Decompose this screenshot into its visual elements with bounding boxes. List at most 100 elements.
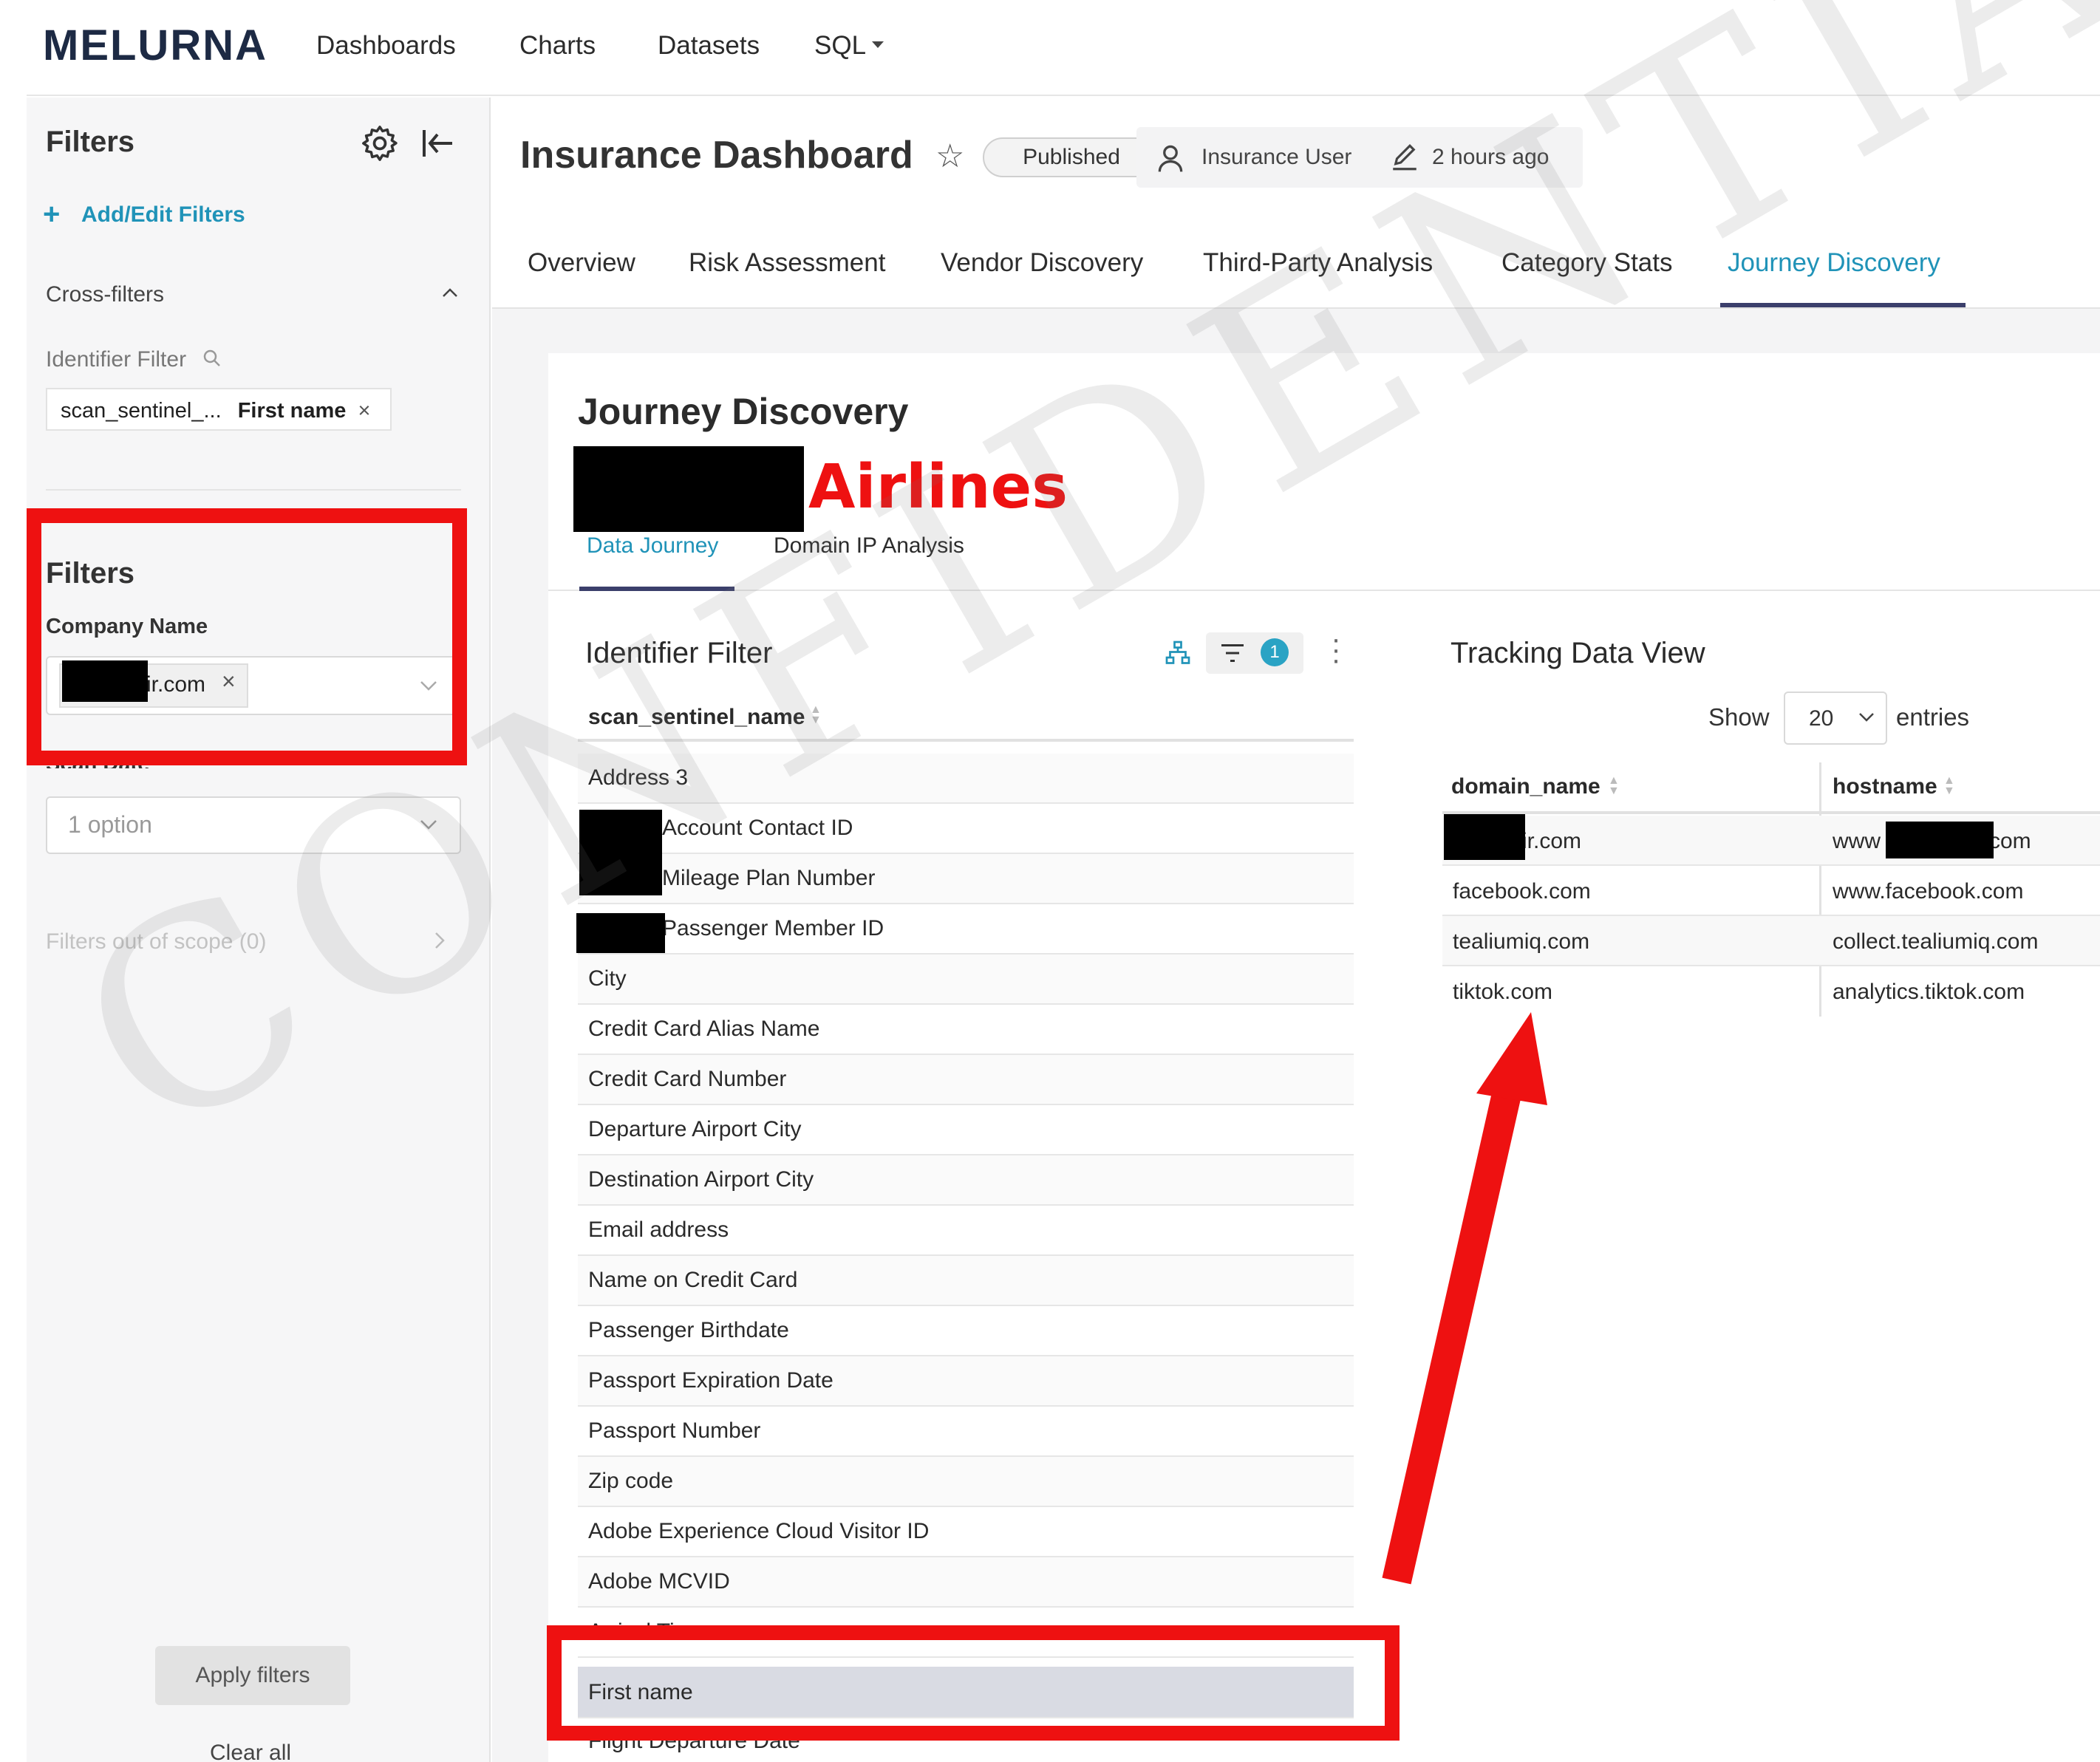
- sort-icon[interactable]: ▲ ▼: [810, 704, 822, 726]
- app-logo[interactable]: MELURNA: [43, 21, 267, 70]
- redaction-block: [573, 446, 804, 532]
- table-row[interactable]: ir.com www com: [1442, 816, 2100, 866]
- edit-icon: [1393, 144, 1417, 171]
- column-header-scan-sentinel-name[interactable]: scan_sentinel_name: [588, 705, 805, 730]
- sort-icon[interactable]: ▲ ▼: [1943, 775, 1955, 797]
- list-item[interactable]: Email address: [578, 1206, 1354, 1256]
- list-item[interactable]: Passport Number: [578, 1407, 1354, 1457]
- sidebar-title: Filters: [46, 126, 135, 158]
- annotation-highlight-box: [547, 1625, 1400, 1741]
- cross-filter-chip[interactable]: scan_sentinel_... First name ×: [46, 388, 392, 431]
- tab-journey-discovery[interactable]: Journey Discovery: [1728, 248, 1940, 278]
- list-item[interactable]: Credit Card Number: [578, 1055, 1354, 1105]
- user-icon: [1158, 145, 1183, 172]
- star-icon[interactable]: ☆: [935, 137, 964, 175]
- chip-column: scan_sentinel_...: [61, 399, 222, 423]
- modified-time: 2 hours ago: [1432, 145, 1550, 169]
- list-item[interactable]: Name on Credit Card: [578, 1256, 1354, 1306]
- subtab-domain-ip-analysis[interactable]: Domain IP Analysis: [774, 533, 964, 559]
- scan-date-placeholder: 1 option: [68, 811, 152, 838]
- add-edit-filters-link[interactable]: Add/Edit Filters: [81, 202, 245, 228]
- nav-dashboards[interactable]: Dashboards: [316, 31, 456, 61]
- identifier-filter-label: Identifier Filter: [46, 347, 187, 372]
- sql-caret-icon[interactable]: [872, 41, 884, 48]
- chevron-up-icon[interactable]: [440, 285, 460, 300]
- plus-icon[interactable]: +: [43, 198, 60, 231]
- entries-label: entries: [1896, 703, 1970, 731]
- table-row[interactable]: tealiumiq.com collect.tealiumiq.com: [1442, 916, 2100, 966]
- cross-filters-heading[interactable]: Cross-filters: [46, 282, 164, 307]
- panel-title: Journey Discovery: [578, 391, 909, 432]
- list-item[interactable]: Account Contact ID: [578, 804, 1354, 854]
- filter-icon: [1221, 644, 1244, 662]
- company-annotation: Airlines: [808, 452, 1068, 522]
- subtab-divider: [548, 590, 2100, 591]
- tab-overview[interactable]: Overview: [528, 248, 635, 278]
- sort-icon[interactable]: ▲ ▼: [1608, 775, 1620, 797]
- hierarchy-icon[interactable]: [1165, 640, 1191, 666]
- filter-count-badge: 1: [1261, 638, 1289, 666]
- nav-sql[interactable]: SQL: [814, 31, 866, 61]
- header-divider: [578, 739, 1354, 742]
- list-item[interactable]: Adobe Experience Cloud Visitor ID: [578, 1507, 1354, 1557]
- annotation-arrow: [1382, 1012, 1547, 1585]
- list-item[interactable]: Address 3: [578, 754, 1354, 804]
- filters-out-of-scope[interactable]: Filters out of scope (0): [46, 929, 266, 955]
- domain-cell: ir.com: [1522, 829, 1582, 853]
- list-item[interactable]: Adobe MCVID: [578, 1557, 1354, 1608]
- redaction-block: [576, 913, 665, 953]
- list-item[interactable]: Zip code: [578, 1457, 1354, 1507]
- tracking-data-title: Tracking Data View: [1450, 637, 1705, 669]
- chevron-down-icon[interactable]: [418, 817, 439, 832]
- clear-all-button[interactable]: Clear all: [210, 1741, 291, 1762]
- hostname-cell: www: [1833, 829, 1881, 853]
- close-icon[interactable]: ×: [358, 399, 370, 423]
- annotation-highlight-box: [27, 508, 467, 765]
- hostname-cell-suffix: com: [1989, 829, 2031, 853]
- redaction-block: [1444, 814, 1525, 860]
- list-item[interactable]: Departure Airport City: [578, 1105, 1354, 1155]
- redaction-block: [579, 810, 662, 895]
- list-item[interactable]: Passenger Member ID: [578, 904, 1354, 955]
- chip-value: First name: [237, 399, 347, 423]
- status-badge: Published: [983, 137, 1160, 177]
- chevron-down-icon: [1859, 713, 1874, 722]
- search-icon: [203, 349, 220, 366]
- table-row[interactable]: facebook.com www.facebook.com: [1442, 866, 2100, 916]
- entries-value: 20: [1809, 706, 1834, 731]
- more-options-icon[interactable]: · · ·: [1330, 624, 1342, 675]
- column-header-domain-name[interactable]: domain_name: [1451, 774, 1600, 799]
- domain-cell: facebook.com: [1453, 879, 1591, 904]
- hostname-cell: analytics.tiktok.com: [1833, 980, 2025, 1004]
- active-tab-indicator: [1720, 303, 1966, 307]
- hostname-cell: www.facebook.com: [1833, 879, 2024, 904]
- apply-filters-button[interactable]: Apply filters: [155, 1646, 350, 1705]
- sidebar-divider: [46, 489, 461, 491]
- dashboard-title: Insurance Dashboard: [520, 134, 913, 177]
- list-item[interactable]: City: [578, 955, 1354, 1005]
- tab-vendor-discovery[interactable]: Vendor Discovery: [941, 248, 1143, 278]
- redaction-block: [1886, 822, 1994, 858]
- tab-category-stats[interactable]: Category Stats: [1501, 248, 1673, 278]
- tab-third-party-analysis[interactable]: Third-Party Analysis: [1203, 248, 1433, 278]
- identifier-filter-title: Identifier Filter: [585, 637, 773, 669]
- collapse-sidebar-icon[interactable]: [420, 127, 455, 160]
- list-item[interactable]: Credit Card Alias Name: [578, 1005, 1354, 1055]
- chevron-right-icon[interactable]: [432, 929, 448, 952]
- gear-icon[interactable]: [359, 123, 400, 164]
- owner-name: Insurance User: [1201, 145, 1352, 169]
- header-divider: [1442, 811, 2100, 814]
- list-item[interactable]: Passport Expiration Date: [578, 1356, 1354, 1407]
- nav-datasets[interactable]: Datasets: [658, 31, 760, 61]
- list-item[interactable]: Destination Airport City: [578, 1155, 1354, 1206]
- hostname-cell: collect.tealiumiq.com: [1833, 929, 2039, 954]
- nav-charts[interactable]: Charts: [519, 31, 596, 61]
- list-item[interactable]: Passenger Birthdate: [578, 1306, 1354, 1356]
- show-label: Show: [1708, 703, 1770, 731]
- tab-risk-assessment[interactable]: Risk Assessment: [689, 248, 885, 278]
- active-subtab-indicator: [579, 587, 734, 591]
- column-header-hostname[interactable]: hostname: [1833, 774, 1937, 799]
- list-item[interactable]: Mileage Plan Number: [578, 854, 1354, 904]
- domain-cell: tealiumiq.com: [1453, 929, 1590, 954]
- subtab-data-journey[interactable]: Data Journey: [587, 533, 718, 559]
